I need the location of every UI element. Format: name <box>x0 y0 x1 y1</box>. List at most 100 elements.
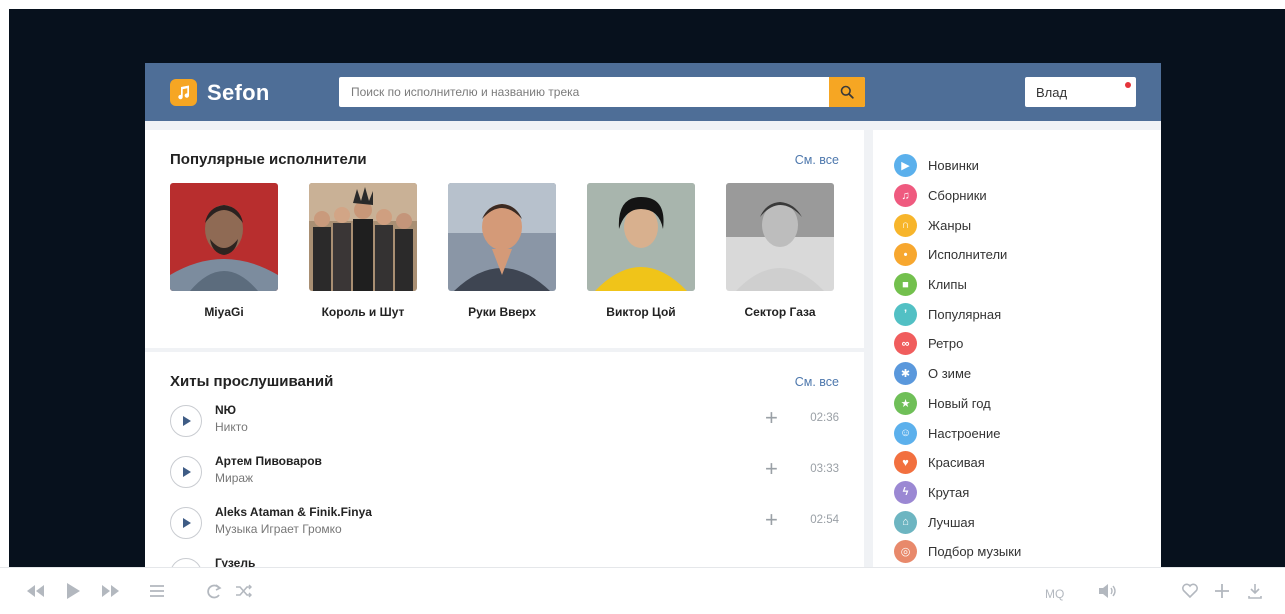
quality-toggle[interactable]: MQ <box>1045 587 1064 601</box>
track-duration: 02:54 <box>810 514 839 526</box>
sidebar-category-item[interactable]: ✱ О зиме <box>894 359 1021 389</box>
artist-name: Руки Вверх <box>468 305 536 319</box>
sidebar-category-item[interactable]: ∩ Жанры <box>894 210 1021 240</box>
sidebar-category-label: Исполнители <box>928 247 1008 263</box>
sidebar-category-item[interactable]: ■ Клипы <box>894 270 1021 300</box>
artist-photo <box>309 183 417 291</box>
heart-icon[interactable] <box>1180 581 1200 601</box>
artist-name: Король и Шут <box>321 305 405 319</box>
sidebar-category-item[interactable]: ’ Популярная <box>894 299 1021 329</box>
track-artist: Гузель <box>215 556 256 567</box>
next-track-icon[interactable] <box>100 581 122 601</box>
sidebar-category-label: Новинки <box>928 158 979 174</box>
headphones-icon: ∩ <box>894 213 917 237</box>
site-header: Sefon Влад <box>145 63 1161 121</box>
play-icon <box>183 416 191 426</box>
previous-track-icon[interactable] <box>24 581 46 601</box>
search-input[interactable] <box>339 77 827 107</box>
artist-photo <box>726 183 834 291</box>
add-icon[interactable] <box>1213 581 1231 601</box>
artist-name: MiyaGi <box>204 305 244 319</box>
track-artist: Артем Пивоваров <box>215 454 322 468</box>
smile-icon: ☺ <box>894 421 917 445</box>
artist-card[interactable]: Виктор Цой <box>587 183 726 319</box>
category-sidebar: ▶ Новинки ♫ Сборники ∩ Жанры • Исполнители ■ Клип… <box>873 130 1161 567</box>
sidebar-category-label: Жанры <box>928 217 972 233</box>
player-bar: MQ <box>0 567 1285 614</box>
sidebar-category-item[interactable]: ◎ Подбор музыки <box>894 537 1021 567</box>
sidebar-category-label: Популярная <box>928 306 1002 322</box>
notification-dot <box>1125 82 1131 88</box>
track-row[interactable]: Гузель <box>170 556 839 567</box>
sidebar-category-label: Новый год <box>928 395 991 411</box>
track-title: Никто <box>215 420 248 434</box>
search-bar <box>339 77 865 107</box>
sidebar-category-label: Клипы <box>928 277 967 293</box>
artist-card[interactable]: Руки Вверх <box>448 183 587 319</box>
sidebar-category-item[interactable]: ϟ Крутая <box>894 478 1021 508</box>
music-note-icon: ♫ <box>894 184 917 208</box>
track-row[interactable]: Aleks Ataman & Finik.Finya Музыка Играет… <box>170 505 839 558</box>
track-duration: 02:36 <box>810 412 839 424</box>
artist-card[interactable]: Сектор Газа <box>726 183 865 319</box>
popular-artists-section: Популярные исполнители См. все MiyaGi Ко… <box>145 130 864 348</box>
main-content: Популярные исполнители См. все MiyaGi Ко… <box>145 130 864 567</box>
track-list: NЮ Никто + 02:36 Артем Пивоваров Мираж +… <box>170 403 839 567</box>
artist-card[interactable]: MiyaGi <box>170 183 309 319</box>
sidebar-category-item[interactable]: ⌂ Лучшая <box>894 507 1021 537</box>
volume-icon: ’ <box>894 302 917 326</box>
sidebar-category-item[interactable]: ∞ Ретро <box>894 329 1021 359</box>
track-row[interactable]: NЮ Никто + 02:36 <box>170 403 839 456</box>
video-icon: ■ <box>894 273 917 297</box>
artist-photo <box>587 183 695 291</box>
sidebar-category-label: О зиме <box>928 366 972 382</box>
add-track-icon[interactable]: + <box>765 407 778 429</box>
sidebar-category-item[interactable]: • Исполнители <box>894 240 1021 270</box>
repeat-icon[interactable] <box>205 581 223 601</box>
play-button[interactable] <box>170 558 202 567</box>
see-all-artists-link[interactable]: См. все <box>795 153 839 167</box>
artist-name: Сектор Газа <box>744 305 816 319</box>
play-button[interactable] <box>170 456 202 488</box>
sidebar-category-item[interactable]: ♫ Сборники <box>894 181 1021 211</box>
artist-card[interactable]: Король и Шут <box>309 183 448 319</box>
see-all-hits-link[interactable]: См. все <box>795 375 839 389</box>
sidebar-category-label: Ретро <box>928 336 964 352</box>
add-track-icon[interactable]: + <box>765 509 778 531</box>
user-name: Влад <box>1036 85 1068 100</box>
track-title: Музыка Играет Громко <box>215 522 342 536</box>
sidebar-category-item[interactable]: ▶ Новинки <box>894 151 1021 181</box>
cassette-icon: ∞ <box>894 332 917 356</box>
play-icon <box>183 518 191 528</box>
download-icon[interactable] <box>1246 581 1264 601</box>
sidebar-category-label: Подбор музыки <box>928 544 1022 560</box>
snowflake-icon: ✱ <box>894 362 917 386</box>
play-icon[interactable] <box>64 581 82 601</box>
search-button[interactable] <box>829 77 865 107</box>
artist-name: Виктор Цой <box>606 305 676 319</box>
sidebar-category-label: Настроение <box>928 425 1001 441</box>
user-menu-button[interactable]: Влад <box>1025 77 1136 107</box>
play-button[interactable] <box>170 507 202 539</box>
shuffle-icon[interactable] <box>234 581 254 601</box>
artist-photo <box>170 183 278 291</box>
track-artist: Aleks Ataman & Finik.Finya <box>215 505 372 519</box>
track-row[interactable]: Артем Пивоваров Мираж + 03:33 <box>170 454 839 507</box>
volume-icon[interactable] <box>1096 581 1118 601</box>
hits-section: Хиты прослушиваний См. все NЮ Никто + 02… <box>145 352 864 567</box>
trophy-icon: ⌂ <box>894 510 917 534</box>
sidebar-category-item[interactable]: ★ Новый год <box>894 389 1021 419</box>
search-icon <box>840 85 854 99</box>
sidebar-category-item[interactable]: ♥ Красивая <box>894 448 1021 478</box>
track-title: Мираж <box>215 471 254 485</box>
sidebar-category-label: Красивая <box>928 455 985 471</box>
sidebar-category-item[interactable]: ☺ Настроение <box>894 418 1021 448</box>
playlist-icon[interactable] <box>148 581 166 601</box>
logo[interactable]: Sefon <box>170 79 270 106</box>
section-title: Хиты прослушиваний <box>170 373 334 390</box>
artist-list: MiyaGi Король и Шут Руки Вверх Виктор Цо… <box>170 183 865 319</box>
sidebar-category-label: Лучшая <box>928 514 975 530</box>
logo-text: Sefon <box>207 79 270 105</box>
add-track-icon[interactable]: + <box>765 458 778 480</box>
play-button[interactable] <box>170 405 202 437</box>
